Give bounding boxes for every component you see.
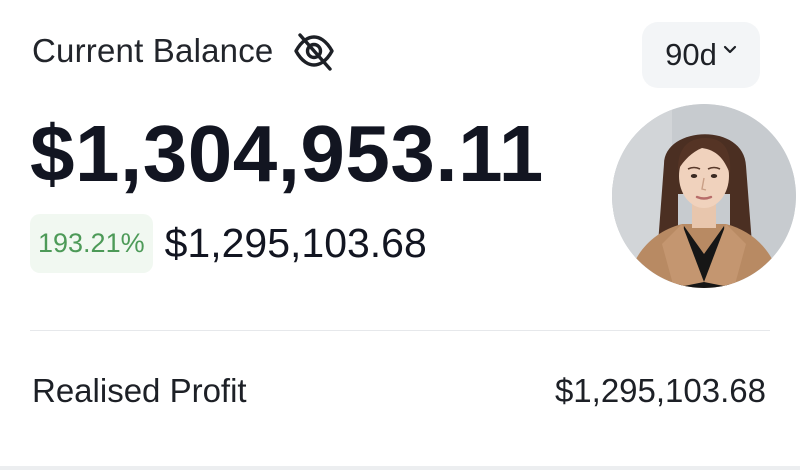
chevron-down-icon (723, 45, 736, 54)
bottom-border (0, 466, 800, 470)
balance-change-row: 193.21% $1,295,103.68 (30, 214, 427, 273)
change-amount: $1,295,103.68 (164, 220, 427, 266)
balance-card: Current Balance 90d $1,304,953.11 193.21… (0, 0, 800, 470)
eye-off-icon[interactable] (291, 28, 337, 74)
range-selector[interactable]: 90d (642, 22, 760, 88)
balance-header: Current Balance (32, 28, 337, 74)
realised-profit-value: $1,295,103.68 (554, 372, 766, 409)
balance-amount: $1,304,953.11 (30, 109, 544, 198)
change-percent-badge: 193.21% (30, 214, 153, 273)
realised-profit-label: Realised Profit (32, 372, 247, 409)
range-selected-label: 90d (665, 37, 717, 72)
avatar[interactable] (612, 104, 796, 288)
current-balance-title: Current Balance (32, 32, 274, 69)
divider (30, 330, 770, 331)
